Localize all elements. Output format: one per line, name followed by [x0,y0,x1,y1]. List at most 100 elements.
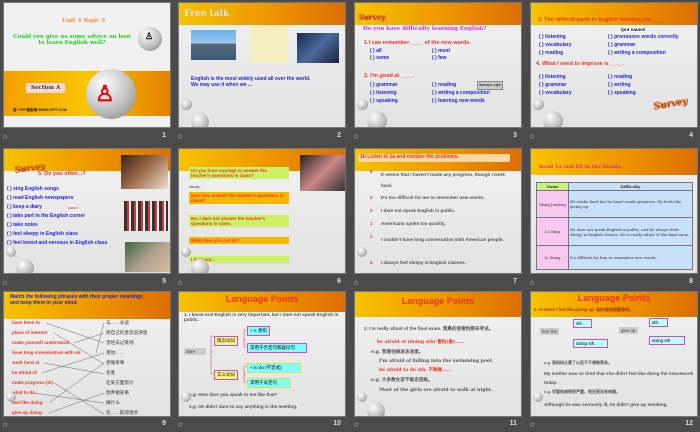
option[interactable]: ( ) writing a composition [608,50,666,57]
meaning-right[interactable]: 名胜 [106,370,115,375]
option[interactable]: ( ) speaking [608,90,636,97]
phrase-left[interactable]: have been to [12,320,40,325]
meaning-right[interactable]: 害怕…… [106,350,124,355]
star-icon[interactable]: ☆ [353,279,359,287]
meaning-right[interactable]: 做什么 [106,400,120,405]
option[interactable]: ( ) grammar [608,42,636,49]
option[interactable]: ( ) vocabulary [539,90,572,97]
example: I'm afraid of falling into the swimming … [379,359,494,364]
survey-stamp: Survey [652,96,688,112]
survey-item[interactable]: ( ) take part in the English corner [7,213,85,220]
slide-thumbnail-7[interactable]: 1b Listen to 1a and number the problems.… [354,148,522,274]
cartoon-image [251,25,288,63]
option[interactable]: ( ) most [432,48,450,55]
answer-number: 2 [370,234,373,239]
star-icon[interactable]: ☆ [529,421,535,429]
meaning-right[interactable]: 在……取得进步 [106,410,138,415]
intro-text: English is the most widely used all over… [191,76,311,88]
slide-thumbnail-11[interactable]: Language Points 2. I'm really afraid of … [354,291,522,417]
readers-image [124,201,168,231]
tree-node: 常用于否定句和疑问句 [247,343,307,353]
slide-thumbnail-4[interactable]: 3. The difficult parts in English learni… [530,2,698,128]
slide-thumbnail-5[interactable]: Survey 5. Do you often...? ( ) sing Engl… [3,148,171,274]
slide-title: Language Points [577,293,651,303]
survey-item[interactable]: ( ) feel sleepy in English class [7,231,78,238]
meaning-right[interactable]: 想做某事 [106,360,124,365]
option[interactable]: ( ) speaking [370,98,398,105]
slide-footer-9: ☆ 9 [2,420,170,432]
answer-number: 6 [370,169,373,174]
option[interactable]: ( ) listening [539,74,566,81]
survey-item[interactable]: ( ) feel bored and nervous in English cl… [7,240,107,247]
option[interactable]: ( ) grammar [370,82,398,89]
slide-thumbnail-8[interactable]: Read 1a and fill in the blanks. Name Diff… [530,148,698,274]
example-1: e.g. How dare you speak to me like that? [189,392,278,397]
name-cell: Wang Junfeng [536,190,569,218]
option[interactable]: ( ) learning new words [432,98,485,105]
star-icon[interactable]: ☆ [529,279,535,287]
star-icon[interactable]: ☆ [353,133,359,141]
option[interactable]: ( ) listening [539,34,566,41]
slide-thumbnail-12[interactable]: Language Points 3. At times I feel like … [530,291,698,417]
survey-item[interactable]: ( ) sing English songs [7,186,59,193]
difficulty-cell: He works hard but he hasn't made progres… [568,190,693,218]
meaning-right[interactable]: 放弃做某事 [106,390,129,395]
survey-logo: Survey [358,12,385,21]
slide-thumbnail-6[interactable]: Do you have courage to answer the teache… [178,148,346,274]
slide-number: 5 [162,278,166,285]
slide-thumbnail-1[interactable]: Unit 3 Topic 3 Could you give us some ad… [3,2,171,128]
option[interactable]: ( ) grammar [539,82,567,89]
example-2: e.g. He didn't dare to say anything in t… [189,404,298,409]
star-icon[interactable]: ☆ [177,279,183,287]
table-row: Li Xiang It's difficult for him to rememb… [536,245,693,270]
star-icon[interactable]: ☆ [2,421,8,429]
star-icon[interactable]: ☆ [2,133,8,141]
phrase-left[interactable]: make progress (in) [12,380,53,385]
difficulty-table: Name Difficulty Wang Junfeng He works hard… [536,182,693,270]
slide-title: Could you give us some advice on how to … [13,34,131,47]
option[interactable]: ( ) pronounce words correctly [608,34,679,41]
phrase-left[interactable]: have long conversation with sb [12,350,80,355]
option[interactable]: ( ) reading [608,74,632,81]
star-icon[interactable]: ☆ [353,421,359,429]
phrase-left[interactable]: feel like doing [12,400,43,405]
option[interactable]: ( ) writing a composition [432,90,490,97]
table-row: Li Ming He dare not speak English in publ… [536,217,693,246]
survey-item[interactable]: ( ) take notes [7,222,38,229]
slide-thumbnail-2[interactable]: Free talk English is the most widely use… [178,2,346,128]
star-icon[interactable]: ☆ [529,133,535,141]
tree-node: + v. 原形 [247,326,271,336]
option[interactable]: ( ) listening [370,90,397,97]
meaning-right[interactable]: 把自己的意思说清楚 [106,330,147,335]
meaning-right[interactable]: 在某方面努力 [106,380,134,385]
phrase-left[interactable]: be afraid of [12,370,37,375]
phrase-left[interactable]: give up doing [12,410,42,415]
meaning-right[interactable]: 与……长谈 [106,320,129,325]
star-icon[interactable]: ☆ [2,279,8,287]
example: e.g. 我妈妈太累了以至于不想做家务。 [544,360,613,365]
slide-title: Language Points [401,296,475,306]
phrase-left[interactable]: make yourself understood [12,340,69,345]
option[interactable]: ( ) reading [539,50,563,57]
slide-thumbnail-9[interactable]: Match the following phrases with their p… [3,291,171,417]
phrase-left[interactable]: work hard at [12,360,39,365]
writing-image [121,155,168,189]
option[interactable]: ( ) writing [608,82,631,89]
option[interactable]: ( ) reading [432,82,456,89]
answer-number: 3 [370,208,373,213]
option[interactable]: ( ) vocabulary [539,42,572,49]
tree-node: doing sth. [573,339,608,348]
meaning-right[interactable]: 曾经去过某地 [106,340,134,345]
survey-item[interactable]: ( ) keep a diary [7,204,42,211]
small-ball-icon [357,392,367,402]
word-box: give up [619,327,638,334]
phrase-left[interactable]: place of interest [12,330,47,335]
slide-thumbnail-10[interactable]: Language Points 1. I know oral English i… [178,291,346,417]
slide-thumbnail-3[interactable]: Survey Do you have difficulty learning E… [354,2,522,128]
option[interactable]: ( ) some [370,55,389,62]
star-icon[interactable]: ☆ [177,421,183,429]
option[interactable]: ( ) all [370,48,382,55]
option[interactable]: ( ) few [432,55,446,62]
star-icon[interactable]: ☆ [177,133,183,141]
survey-item[interactable]: ( ) read English newspapers [7,195,73,202]
